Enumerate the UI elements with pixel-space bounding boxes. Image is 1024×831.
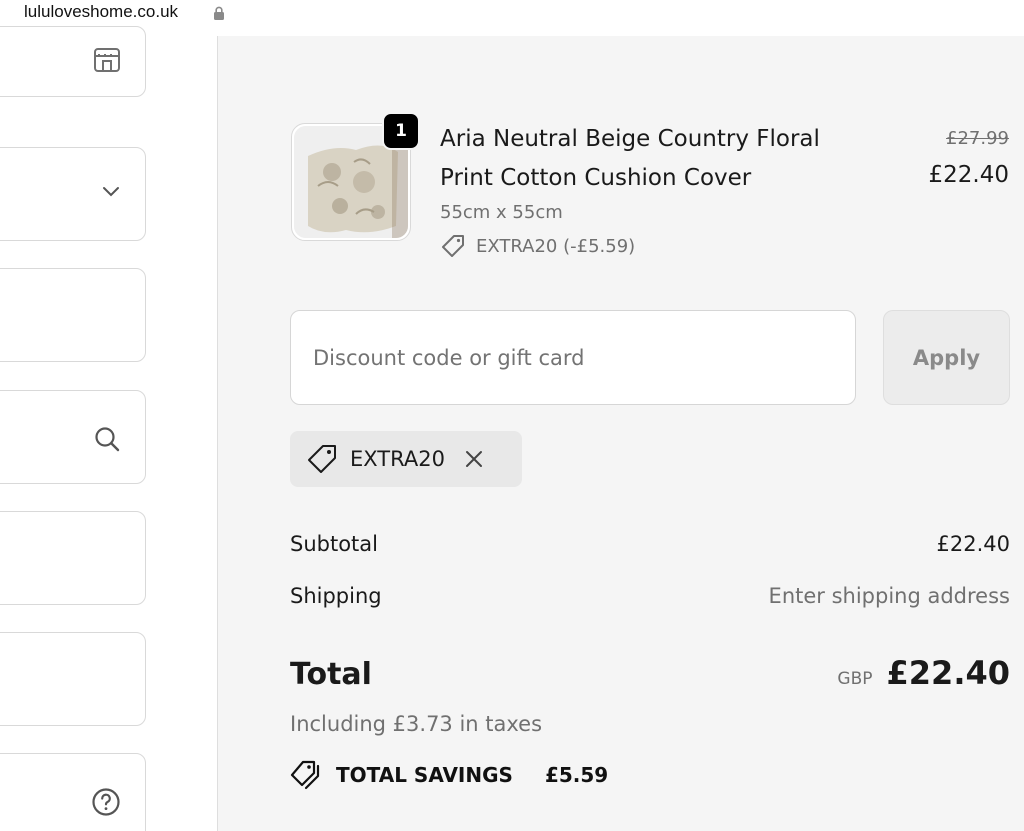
price-current: £22.40: [928, 162, 1009, 188]
lock-icon: [214, 6, 224, 20]
url-text[interactable]: lululoveshome.co.uk: [24, 2, 178, 22]
taxes-note: Including £3.73 in taxes: [290, 712, 543, 736]
remove-discount-button[interactable]: [463, 448, 485, 470]
savings-label: TOTAL SAVINGS: [336, 763, 513, 787]
close-icon: [465, 451, 482, 467]
applied-code-label: EXTRA20: [350, 447, 445, 471]
discount-code-input[interactable]: [290, 310, 856, 405]
total-amount: £22.40: [886, 654, 1010, 692]
browser-address-bar[interactable]: lululoveshome.co.uk: [0, 0, 1024, 36]
product-variant: 55cm x 55cm: [440, 202, 563, 223]
search-icon: [95, 427, 120, 452]
store-icon: [94, 48, 120, 72]
total-label: Total: [290, 657, 372, 692]
country-select[interactable]: [0, 147, 146, 241]
tag-icon: [308, 445, 336, 473]
phone-field[interactable]: [0, 753, 146, 831]
product-title: Aria Neutral Beige Country Floral Print …: [440, 126, 820, 191]
product-discount-text: EXTRA20 (-£5.59): [476, 235, 636, 257]
product-discount: EXTRA20 (-£5.59): [440, 234, 635, 258]
form-field[interactable]: [0, 26, 146, 97]
help-circle-icon[interactable]: [91, 787, 121, 817]
order-summary: 1 Aria Neutral Beige Country Floral Prin…: [219, 36, 1024, 831]
checkout-form-pane: [0, 26, 218, 831]
total-savings: TOTAL SAVINGS £5.59: [290, 760, 608, 790]
subtotal-row: Subtotal £22.40: [290, 532, 1010, 556]
form-field[interactable]: [0, 268, 146, 362]
subtotal-value: £22.40: [936, 532, 1010, 556]
currency-code: GBP: [837, 669, 873, 689]
apply-button[interactable]: Apply: [883, 310, 1010, 405]
applied-discount-chip: EXTRA20: [290, 431, 522, 487]
shipping-row: Shipping Enter shipping address: [290, 584, 1010, 608]
savings-value: £5.59: [544, 763, 609, 787]
savings-tag-icon: [290, 760, 320, 790]
form-field[interactable]: [0, 511, 146, 605]
chevron-down-icon: [103, 187, 119, 197]
shipping-label: Shipping: [290, 584, 382, 608]
shipping-value: Enter shipping address: [768, 584, 1010, 608]
subtotal-label: Subtotal: [290, 532, 378, 556]
total-row: Total GBP £22.40: [290, 654, 1010, 692]
address-search-field[interactable]: [0, 390, 146, 484]
price-original: £27.99: [946, 128, 1009, 149]
tag-icon: [442, 235, 464, 257]
form-field[interactable]: [0, 632, 146, 726]
quantity-badge: 1: [382, 112, 420, 150]
